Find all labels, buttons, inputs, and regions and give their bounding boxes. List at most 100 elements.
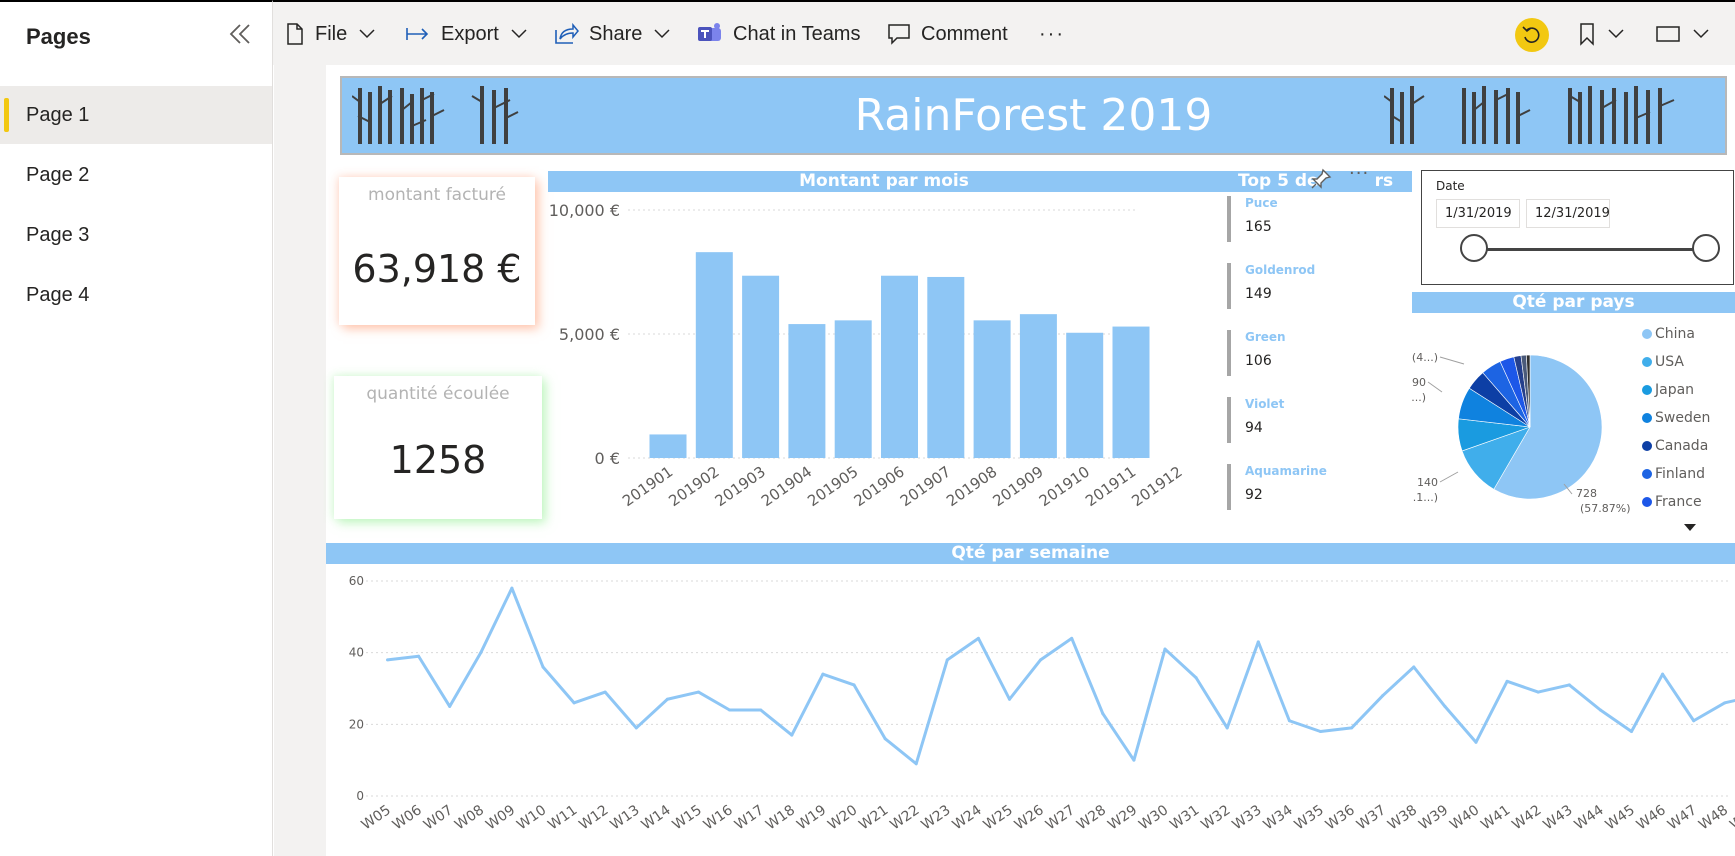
line-point[interactable] (1101, 712, 1105, 716)
collapse-pane-button[interactable] (226, 20, 256, 50)
legend-label: Sweden (1655, 410, 1711, 426)
line-x-tick-label: W22 (887, 802, 922, 833)
line-point[interactable] (821, 672, 825, 676)
line-point[interactable] (1132, 758, 1136, 762)
line-point[interactable] (448, 704, 452, 708)
legend-scroll-down-icon[interactable] (1684, 524, 1696, 532)
legend-item[interactable]: Sweden (1642, 410, 1710, 426)
legend-item[interactable]: France (1642, 494, 1702, 510)
bar[interactable] (881, 275, 918, 458)
line-point[interactable] (945, 658, 949, 662)
line-point[interactable] (697, 690, 700, 694)
bar[interactable] (1112, 326, 1150, 458)
legend-item[interactable]: Canada (1642, 438, 1708, 454)
line-point[interactable] (603, 690, 607, 694)
line-point[interactable] (386, 658, 389, 662)
line-point[interactable] (665, 697, 669, 701)
line-point[interactable] (976, 636, 980, 640)
line-series[interactable] (387, 586, 1735, 766)
page-tab-2[interactable]: Page 2 (0, 146, 272, 204)
legend-item[interactable]: Japan (1642, 382, 1694, 398)
line-x-tick-label: W38 (1385, 802, 1420, 833)
share-menu-button[interactable]: Share (553, 16, 670, 52)
line-point[interactable] (852, 683, 856, 687)
top5-item: Aquamarine 92 (1227, 464, 1407, 510)
line-point[interactable] (1630, 730, 1633, 733)
date-slicer-label: Date (1436, 179, 1465, 193)
legend-item[interactable]: China (1642, 326, 1695, 342)
line-point[interactable] (1256, 640, 1260, 644)
start-slider-handle[interactable] (1460, 234, 1488, 262)
line-point[interactable] (479, 651, 483, 655)
bar[interactable] (695, 252, 733, 458)
line-point[interactable] (1163, 647, 1167, 651)
line-point[interactable] (1661, 672, 1665, 676)
line-x-tick-label: W27 (1043, 802, 1078, 833)
line-point[interactable] (1505, 679, 1509, 683)
line-point[interactable] (1039, 658, 1043, 662)
page-tab-3[interactable]: Page 3 (0, 206, 272, 264)
line-point[interactable] (634, 726, 638, 730)
bar-x-tick-label: 201902 (665, 463, 722, 511)
line-point[interactable] (1008, 697, 1011, 701)
date-slider-track[interactable] (1474, 248, 1703, 251)
line-point[interactable] (728, 708, 732, 712)
line-point[interactable] (572, 701, 576, 705)
legend-item[interactable]: Finland (1642, 466, 1705, 482)
line-point[interactable] (790, 733, 794, 737)
line-point[interactable] (417, 654, 421, 658)
undo-button[interactable] (1515, 18, 1549, 52)
line-point[interactable] (1474, 740, 1478, 744)
bar[interactable] (788, 324, 826, 458)
visual-more-options-button[interactable]: ··· (1349, 163, 1369, 184)
line-point[interactable] (1692, 719, 1696, 723)
bar[interactable] (973, 320, 1011, 458)
pin-icon[interactable] (1309, 167, 1333, 191)
line-point[interactable] (1536, 690, 1540, 694)
pages-title: Pages (26, 24, 91, 49)
line-point[interactable] (914, 762, 918, 766)
line-point[interactable] (1381, 694, 1385, 698)
bar[interactable] (1019, 314, 1057, 458)
view-menu-button[interactable] (1655, 16, 1709, 52)
line-point[interactable] (1350, 726, 1354, 730)
line-point[interactable] (1319, 730, 1322, 733)
line-x-tick-label: W15 (670, 802, 705, 833)
line-point[interactable] (883, 737, 887, 741)
page-tab-1[interactable]: Page 1 (0, 86, 272, 144)
bar[interactable] (649, 434, 687, 458)
bar[interactable] (1066, 332, 1104, 458)
page-tab-4[interactable]: Page 4 (0, 266, 272, 324)
file-menu-button[interactable]: File (285, 16, 375, 52)
line-point[interactable] (1194, 676, 1198, 680)
bar[interactable] (742, 275, 780, 458)
line-point[interactable] (1070, 636, 1074, 640)
legend-label: France (1655, 494, 1702, 510)
bar-y-tick-label: 0 € (595, 449, 620, 468)
line-point[interactable] (1225, 726, 1229, 730)
line-point[interactable] (541, 665, 545, 669)
line-point[interactable] (1567, 683, 1571, 687)
line-point[interactable] (510, 586, 514, 590)
line-point[interactable] (1443, 704, 1447, 708)
bar[interactable] (927, 276, 965, 458)
chat-in-teams-button[interactable]: Chat in Teams (697, 16, 860, 52)
end-date-input[interactable]: 12/31/2019 (1526, 199, 1610, 228)
more-options-button[interactable]: ··· (1039, 16, 1065, 52)
bookmark-menu-button[interactable] (1578, 16, 1624, 52)
line-x-tick-label: W45 (1603, 802, 1638, 833)
top5-item-value: 149 (1245, 286, 1272, 302)
comment-button[interactable]: Comment (887, 16, 1008, 52)
line-point[interactable] (759, 708, 763, 712)
legend-item[interactable]: USA (1642, 354, 1684, 370)
top5-item-value: 94 (1245, 420, 1263, 436)
line-point[interactable] (1598, 708, 1602, 712)
pie-data-label: 140 (1417, 476, 1438, 489)
bar[interactable] (834, 320, 872, 458)
start-date-input[interactable]: 1/31/2019 (1436, 199, 1520, 228)
end-slider-handle[interactable] (1692, 234, 1720, 262)
line-point[interactable] (1287, 719, 1291, 723)
line-point[interactable] (1412, 665, 1416, 669)
line-point[interactable] (1723, 701, 1727, 705)
export-menu-button[interactable]: Export (405, 16, 527, 52)
